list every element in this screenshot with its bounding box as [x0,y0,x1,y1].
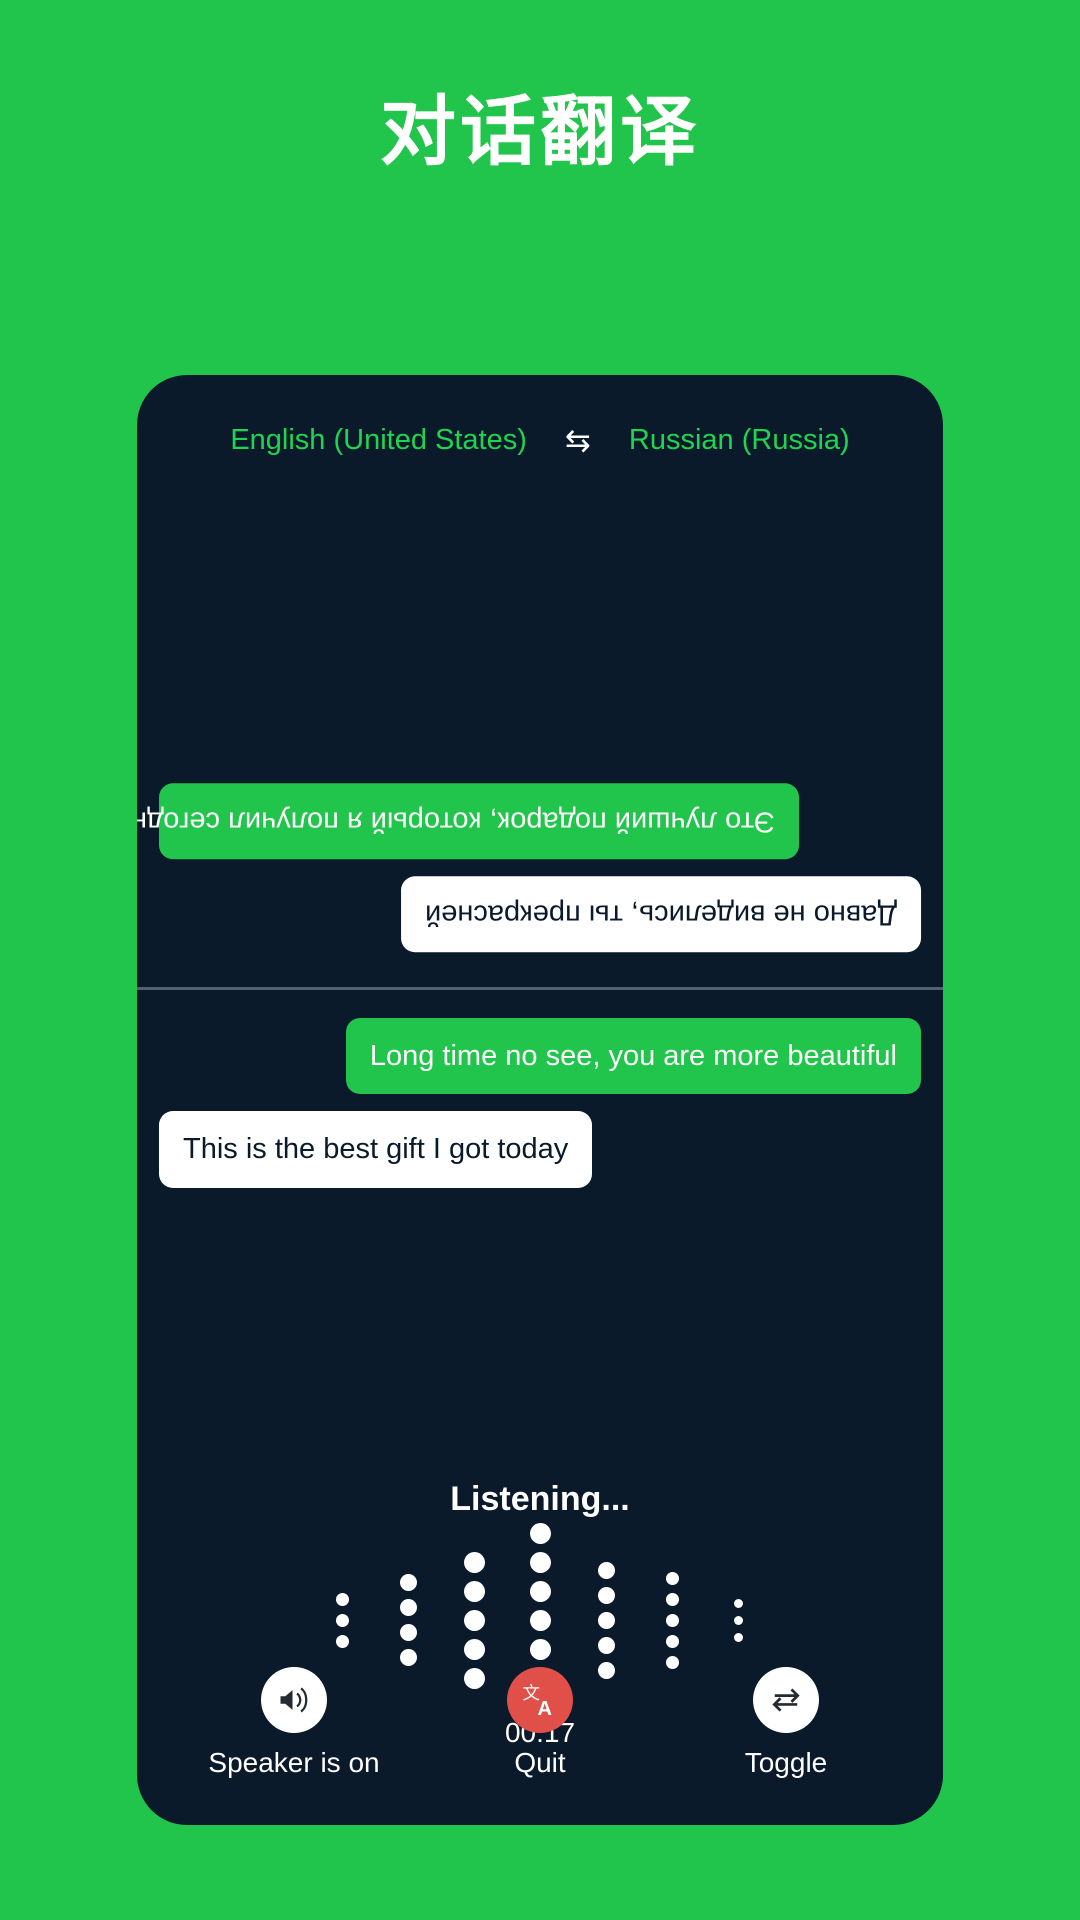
message-row: Long time no see, you are more beautiful [159,1018,921,1095]
waveform-dot [529,1609,551,1631]
waveform-dot [399,1574,417,1591]
waveform-dot [733,1632,743,1642]
phone-panel: English (United States) ⇆ Russian (Russi… [137,375,943,1825]
message-row: This is the best gift I got today [159,1111,921,1188]
waveform-dot [665,1634,679,1648]
control-bar: Speaker is on 文 A Quit Toggle [137,1667,943,1779]
message-bubble-en-1[interactable]: Long time no see, you are more beautiful [345,1018,921,1095]
speaker-on-icon [280,1687,308,1713]
message-bubble-ru-1[interactable]: Это лучший подарок, который я получил се… [137,782,799,859]
waveform-dot [463,1580,485,1602]
toggle-button-label: Toggle [744,1747,828,1778]
waveform-column [573,1558,639,1683]
listening-status-label: Listening... [450,1480,630,1518]
target-language-selector[interactable]: Russian (Russia) [629,424,850,457]
waveform-dot [529,1551,551,1573]
waveform-column [309,1589,375,1652]
page-title: 对话翻译 [380,90,700,175]
toggle-button[interactable]: Toggle [666,1667,906,1779]
conversation-top-panel: Это лучший подарок, который я получил се… [137,470,943,987]
translate-icon: 文 A [523,1684,552,1720]
speaker-button[interactable]: Speaker is on [174,1667,414,1779]
toggle-button-circle[interactable] [753,1667,819,1733]
waveform-dot [529,1522,551,1544]
waveform-column [639,1568,705,1673]
conversation-bottom-panel: Long time no see, you are more beautiful… [137,990,943,1300]
message-bubble-en-2[interactable]: This is the best gift I got today [159,1111,593,1188]
waveform-dot [399,1649,417,1666]
waveform-dot [665,1592,679,1606]
quit-button[interactable]: 文 A Quit [420,1667,660,1779]
source-language-selector[interactable]: English (United States) [230,424,527,457]
waveform-column [705,1595,771,1646]
waveform-dot [399,1624,417,1641]
waveform-dot [529,1638,551,1660]
svg-text:A: A [538,1698,552,1720]
waveform-dot [597,1586,615,1604]
waveform-dot [335,1613,349,1627]
app-screen: 对话翻译 English (United States) ⇆ Russian (… [0,0,1080,1920]
message-row: Давно не виделись, ты прекрасней [159,875,921,952]
speaker-button-circle[interactable] [261,1667,327,1733]
quit-button-label: Quit [514,1747,566,1778]
language-bar: English (United States) ⇆ Russian (Russi… [137,410,943,470]
waveform-dot [665,1571,679,1585]
waveform-dot [529,1580,551,1602]
waveform-dot [463,1609,485,1631]
waveform-dot [733,1615,743,1625]
waveform-dot [463,1551,485,1573]
waveform-dot [597,1561,615,1579]
toggle-swap-icon [772,1688,800,1712]
swap-horizontal-icon[interactable]: ⇆ [565,425,591,456]
quit-button-circle[interactable]: 文 A [507,1667,573,1733]
waveform-dot [335,1634,349,1648]
waveform-dot [399,1599,417,1616]
speaker-button-label: Speaker is on [208,1747,380,1778]
message-row: Это лучший подарок, который я получил се… [137,782,921,859]
waveform-column [375,1570,441,1670]
message-bubble-ru-2[interactable]: Давно не виделись, ты прекрасней [400,875,921,952]
waveform-dot [597,1611,615,1629]
waveform-dot [665,1613,679,1627]
waveform-dot [597,1636,615,1654]
waveform-dot [335,1592,349,1606]
waveform-dot [733,1598,743,1608]
waveform-dot [463,1638,485,1660]
